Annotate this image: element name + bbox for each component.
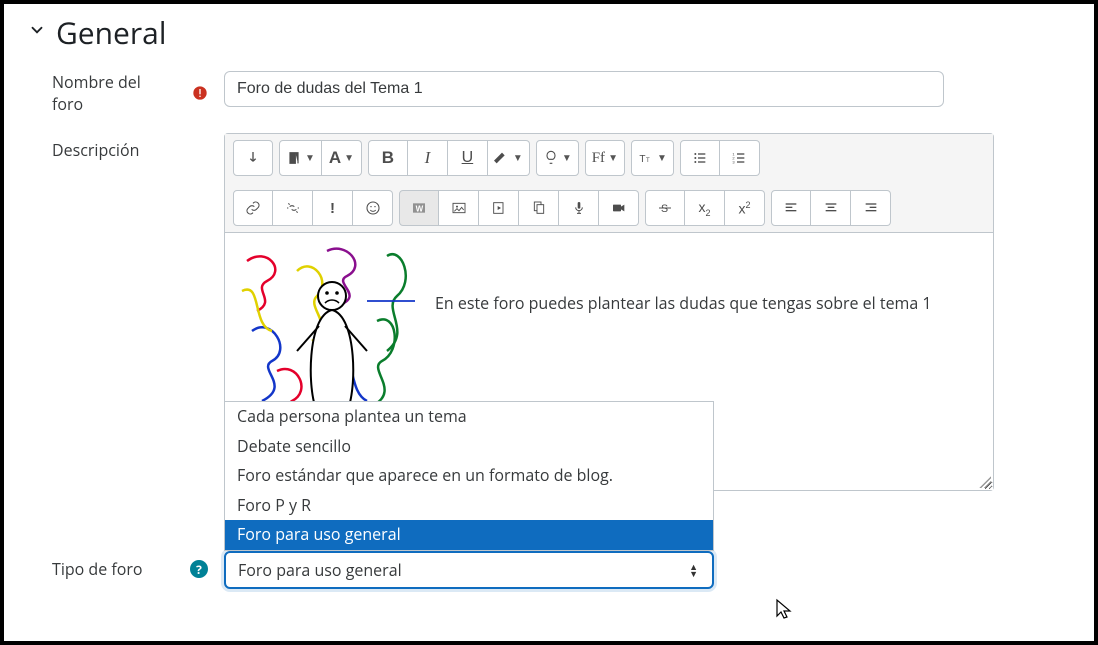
italic-button[interactable]: I xyxy=(408,140,448,176)
section-title: General xyxy=(56,12,166,53)
required-icon xyxy=(192,84,208,102)
files-button[interactable] xyxy=(519,190,559,226)
accessibility-button[interactable]: ▼ xyxy=(536,140,579,176)
chevron-down-icon xyxy=(28,21,46,45)
svg-text:3: 3 xyxy=(733,159,736,164)
microphone-button[interactable] xyxy=(559,190,599,226)
font-color-button[interactable]: A▼ xyxy=(322,140,362,176)
strikethrough-button[interactable]: S xyxy=(645,190,685,226)
link-button[interactable] xyxy=(233,190,273,226)
svg-text:W: W xyxy=(416,204,424,213)
font-size-button[interactable]: TT▼ xyxy=(631,140,674,176)
forum-type-label: Tipo de foro xyxy=(52,558,143,580)
field-row-forum-name: Nombre del foro xyxy=(28,71,1070,115)
field-row-forum-type: Tipo de foro ? Cada persona plantea un t… xyxy=(28,551,1070,589)
image-button[interactable] xyxy=(439,190,479,226)
important-button[interactable]: ! xyxy=(313,190,353,226)
field-label: Descripción xyxy=(28,133,208,169)
svg-text:S: S xyxy=(661,203,668,215)
forum-type-option[interactable]: Debate sencillo xyxy=(225,432,713,462)
forum-name-input[interactable] xyxy=(224,71,944,107)
forum-type-dropdown-panel: Cada persona plantea un tema Debate senc… xyxy=(224,401,714,551)
align-right-button[interactable] xyxy=(851,190,891,226)
forum-type-option[interactable]: Cada persona plantea un tema xyxy=(225,402,713,432)
align-center-button[interactable] xyxy=(811,190,851,226)
editor-toolbar: ▼ A▼ B I U ▼ xyxy=(225,134,993,232)
field-label: Nombre del foro xyxy=(28,71,208,115)
description-body-text: En este foro puedes plantear las dudas q… xyxy=(435,241,981,315)
resize-handle-icon[interactable] xyxy=(979,476,991,488)
forum-type-option[interactable]: Foro P y R xyxy=(225,491,713,521)
subscript-button[interactable]: x2 xyxy=(685,190,725,226)
underline-button[interactable]: U xyxy=(448,140,488,176)
svg-text:T: T xyxy=(646,158,650,164)
help-icon[interactable]: ? xyxy=(190,560,208,578)
number-list-button[interactable]: 123 xyxy=(720,140,760,176)
forum-type-select[interactable]: Foro para uso general ▲▼ xyxy=(224,551,714,589)
unlink-button[interactable] xyxy=(273,190,313,226)
emoji-button[interactable] xyxy=(353,190,393,226)
word-paste-button[interactable]: W xyxy=(399,190,439,226)
video-button[interactable] xyxy=(599,190,639,226)
section-general-header[interactable]: General xyxy=(28,12,1070,53)
description-label: Descripción xyxy=(52,139,139,161)
align-left-button[interactable] xyxy=(771,190,811,226)
forum-type-option[interactable]: Foro estándar que aparece en un formato … xyxy=(225,461,713,491)
forum-type-selected-value: Foro para uso general xyxy=(238,559,402,581)
select-arrows-icon: ▲▼ xyxy=(689,563,698,577)
forum-type-option[interactable]: Foro para uso general xyxy=(225,520,713,550)
forum-name-label: Nombre del foro xyxy=(52,71,151,115)
media-button[interactable] xyxy=(479,190,519,226)
bold-button[interactable]: B xyxy=(368,140,408,176)
font-family-button[interactable]: Ff▼ xyxy=(585,140,625,176)
paragraph-style-button[interactable]: ▼ xyxy=(279,140,322,176)
bullet-list-button[interactable] xyxy=(680,140,720,176)
svg-text:T: T xyxy=(639,154,645,165)
toolbar-toggle-button[interactable] xyxy=(233,140,273,176)
cursor-icon xyxy=(774,598,794,622)
highlight-button[interactable]: ▼ xyxy=(488,140,530,176)
field-label: Tipo de foro ? xyxy=(28,551,208,587)
superscript-button[interactable]: x2 xyxy=(725,190,765,226)
